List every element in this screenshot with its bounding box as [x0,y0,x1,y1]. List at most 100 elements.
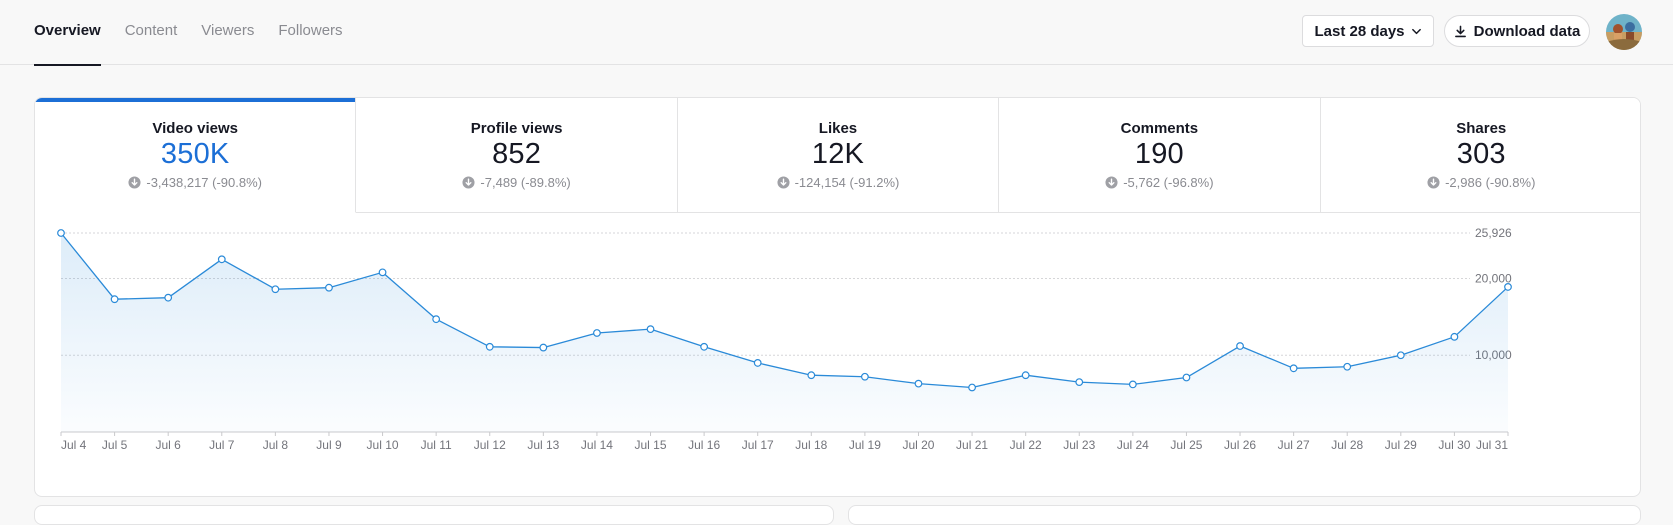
data-point [57,229,65,237]
x-tick-label: Jul 17 [742,438,774,452]
analytics-tabs: Overview Content Viewers Followers [34,0,367,66]
download-data-button[interactable]: Download data [1444,15,1590,47]
data-point [1504,283,1512,291]
x-tick-label: Jul 18 [795,438,827,452]
y-tick-label: 25,926 [1475,226,1512,240]
metric-profile-views[interactable]: Profile views 852 -7,489 (-89.8%) [356,98,678,213]
data-point [1396,351,1405,360]
data-point [646,325,655,334]
metric-label: Profile views [470,120,563,137]
x-tick-label: Jul 5 [102,438,128,452]
x-tick-label: Jul 15 [635,438,667,452]
metric-delta: -7,489 (-89.8%) [356,175,676,190]
metric-comments[interactable]: Comments 190 -5,762 (-96.8%) [999,98,1321,213]
x-tick-label: Jul 30 [1438,438,1470,452]
x-tick-label: Jul 22 [1010,438,1042,452]
metric-label: Shares [1456,120,1507,137]
x-tick-label: Jul 7 [209,438,235,452]
tab-viewers[interactable]: Viewers [201,0,254,65]
data-point [217,255,226,264]
video-views-chart: 25,92620,00010,000 Jul 4Jul 5Jul 6Jul 7J… [35,214,1640,496]
data-point [1236,342,1244,350]
data-point [432,315,441,324]
overview-card: Video views 350K -3,438,217 (-90.8%) Pro… [34,97,1641,497]
metric-delta-text: -7,489 (-89.8%) [480,175,571,190]
profile-picture-icon [1606,14,1642,50]
next-section-card [848,505,1641,525]
metric-tabs: Video views 350K -3,438,217 (-90.8%) Pro… [35,98,1640,213]
metric-label: Comments [1120,120,1199,137]
chart-canvas: 25,92620,00010,000 Jul 4Jul 5Jul 6Jul 7J… [57,226,1512,452]
metric-delta-text: -5,762 (-96.8%) [1123,175,1214,190]
data-point [110,295,119,304]
metric-delta-text: -124,154 (-91.2%) [794,175,900,190]
x-tick-label: Jul 26 [1224,438,1256,452]
data-point [593,329,601,337]
x-tick-label: Jul 24 [1117,438,1149,452]
x-tick-label: Jul 23 [1063,438,1095,452]
tab-content[interactable]: Content [125,0,178,65]
arrow-down-circle-icon [1105,176,1118,189]
x-tick-label: Jul 11 [421,438,452,452]
tab-followers[interactable]: Followers [278,0,342,65]
arrow-down-circle-icon [1427,176,1440,189]
metric-value: 303 [1456,138,1506,170]
x-tick-label: Jul 16 [688,438,720,452]
x-tick-label: Jul 27 [1278,438,1310,452]
metric-label: Likes [818,120,858,137]
metric-value: 12K [811,138,865,170]
x-tick-label: Jul 31 [1476,438,1508,452]
date-range-label: Last 28 days [1314,22,1405,40]
metric-value: 190 [1134,138,1184,170]
data-point [539,343,548,352]
x-tick-label: Jul 8 [263,438,289,452]
data-point [1289,364,1298,373]
avatar[interactable] [1606,14,1642,50]
x-tick-label: Jul 10 [367,438,399,452]
chevron-down-icon [1411,28,1421,34]
metric-delta-text: -3,438,217 (-90.8%) [146,175,262,190]
data-point [807,371,816,380]
x-tick-label: Jul 29 [1385,438,1417,452]
date-range-dropdown[interactable]: Last 28 days [1302,15,1434,47]
metric-delta: -5,762 (-96.8%) [999,175,1319,190]
data-point [914,379,923,388]
x-tick-label: Jul 13 [527,438,559,452]
metric-delta: -3,438,217 (-90.8%) [35,175,355,190]
next-section-card [34,505,834,525]
x-tick-label: Jul 28 [1331,438,1363,452]
area-fill [61,233,1508,432]
x-tick-label: Jul 25 [1170,438,1202,452]
x-tick-label: Jul 12 [474,438,506,452]
data-point [1021,371,1030,380]
data-point [860,372,869,381]
metric-label: Video views [152,120,238,137]
data-point [378,268,387,277]
data-point [164,293,173,302]
data-point [325,283,333,292]
arrow-down-circle-icon [462,176,475,189]
data-point [1343,362,1352,371]
metric-delta: -2,986 (-90.8%) [1321,175,1640,190]
metric-likes[interactable]: Likes 12K -124,154 (-91.2%) [677,98,1000,213]
x-tick-label: Jul 19 [849,438,881,452]
tab-overview[interactable]: Overview [34,0,101,66]
arrow-down-circle-icon [777,176,790,189]
metric-value: 350K [160,138,230,170]
data-point [700,342,709,351]
data-point [1182,373,1191,382]
x-tick-label: Jul 14 [581,438,613,452]
download-data-label: Download data [1473,22,1581,40]
x-tick-label: Jul 4 [61,438,87,452]
metric-video-views[interactable]: Video views 350K -3,438,217 (-90.8%) [35,98,357,213]
top-navigation: Overview Content Viewers Followers Last … [0,0,1673,66]
data-point [968,383,976,392]
metric-shares[interactable]: Shares 303 -2,986 (-90.8%) [1320,98,1640,213]
x-tick-label: Jul 20 [902,438,934,452]
metric-value: 852 [492,138,542,170]
data-point [1450,332,1459,341]
x-tick-label: Jul 21 [956,438,988,452]
data-point [271,285,280,294]
x-tick-label: Jul 6 [156,438,182,452]
metric-delta-text: -2,986 (-90.8%) [1445,175,1536,190]
